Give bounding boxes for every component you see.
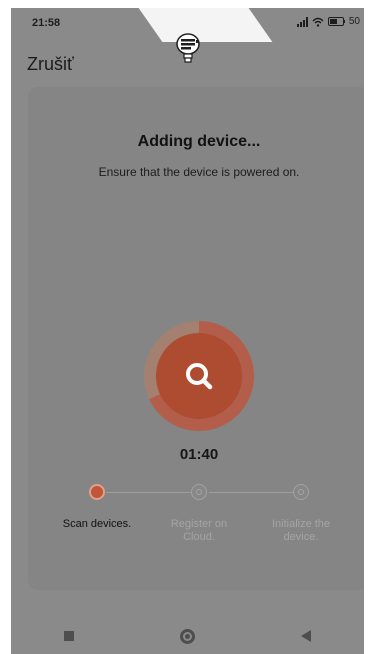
step-label-scan: Scan devices.	[62, 518, 132, 530]
adding-device-card: Adding device... Ensure that the device …	[28, 87, 364, 590]
instruction-text: Ensure that the device is powered on.	[98, 165, 300, 179]
scan-progress-ring	[144, 321, 254, 431]
search-icon	[186, 363, 213, 390]
step-label-register: Register on Cloud.	[170, 518, 228, 543]
wifi-icon	[312, 17, 324, 27]
system-navbar	[11, 618, 364, 654]
countdown-timer: 01:40	[179, 446, 219, 463]
cancel-button[interactable]: Zrušiť	[27, 54, 74, 75]
screen: 21:58 50 Zrušiť Adding device... Ensure …	[11, 8, 364, 654]
signal-icon	[296, 16, 308, 27]
status-icons: 50	[296, 16, 360, 27]
home-button[interactable]	[180, 628, 195, 644]
step-connector	[209, 492, 293, 493]
step-label-initialize: Initialize the device.	[271, 518, 331, 543]
bulb-icon	[176, 33, 200, 63]
battery-icon	[327, 17, 345, 26]
status-time: 21:58	[32, 17, 61, 29]
step-register-dot	[191, 484, 207, 500]
scan-button	[156, 333, 242, 419]
page-title: Adding device...	[137, 133, 261, 150]
recent-apps-button[interactable]	[64, 631, 74, 641]
step-connector	[106, 492, 192, 493]
step-initialize-dot	[293, 484, 309, 500]
step-progress: Scan devices. Register on Cloud. Initial…	[28, 477, 364, 567]
battery-percent: 50	[348, 16, 360, 27]
step-scan-dot	[89, 484, 105, 500]
back-button[interactable]	[301, 630, 311, 642]
